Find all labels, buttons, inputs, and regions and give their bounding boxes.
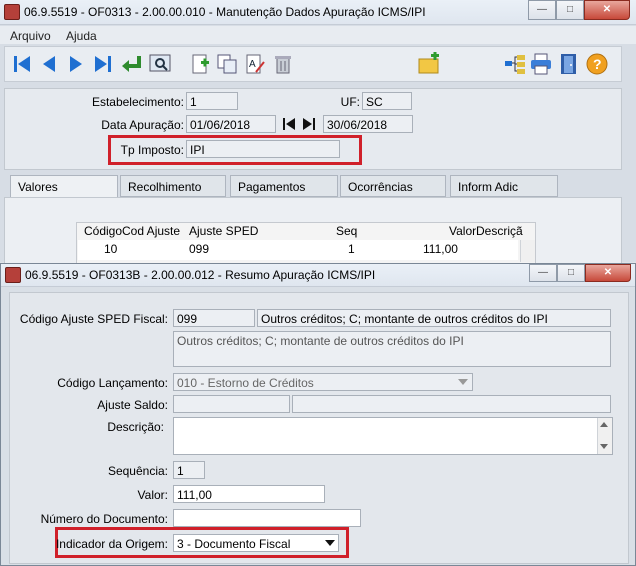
grid-cell-codigo: 10: [104, 242, 118, 260]
menu-bar: Arquivo Ajuda: [0, 26, 636, 44]
tab-valores[interactable]: Valores: [10, 175, 118, 197]
scroll-down-icon[interactable]: [600, 444, 608, 449]
codigo-ajuste-field[interactable]: 099: [173, 309, 255, 327]
ajuste-saldo-label: Ajuste Saldo:: [97, 398, 168, 412]
data-from-field[interactable]: 01/06/2018: [186, 115, 276, 133]
edit-icon[interactable]: A: [243, 52, 267, 76]
scroll-up-icon[interactable]: [600, 422, 608, 427]
window-title: 06.9.5519 - OF0313 - 2.00.00.010 - Manut…: [24, 5, 426, 19]
search-icon[interactable]: [148, 52, 172, 76]
goto-icon[interactable]: [119, 52, 143, 76]
codigo-lancamento-select[interactable]: 010 - Estorno de Créditos: [173, 373, 473, 391]
svg-text:?: ?: [593, 56, 602, 72]
close-button[interactable]: ✕: [584, 0, 630, 20]
ajuste-saldo-desc-field: [292, 395, 611, 413]
new-record-icon[interactable]: [188, 52, 212, 76]
sequencia-label: Sequência:: [107, 464, 168, 478]
indicador-origem-label: Indicador da Origem:: [55, 537, 168, 551]
codigo-ajuste-label: Código Ajuste SPED Fiscal:: [19, 312, 168, 326]
grid-cell-valor: 111,00: [423, 242, 458, 260]
codigo-lancamento-label: Código Lançamento:: [57, 376, 168, 390]
dialog-maximize-button[interactable]: □: [557, 264, 585, 282]
print-icon[interactable]: [529, 52, 553, 76]
codigo-ajuste-memo: Outros créditos; C; montante de outros c…: [173, 331, 611, 367]
copy-icon[interactable]: [215, 52, 239, 76]
dialog-app-icon: [5, 267, 21, 283]
delete-icon[interactable]: [271, 52, 295, 76]
descricao-textarea[interactable]: [173, 417, 613, 455]
uf-field[interactable]: SC: [362, 92, 412, 110]
next-record-icon[interactable]: [64, 52, 88, 76]
help-icon[interactable]: ?: [585, 52, 609, 76]
indicador-origem-select[interactable]: 3 - Documento Fiscal: [173, 534, 339, 552]
numero-documento-label: Número do Documento:: [40, 512, 168, 526]
menu-arquivo[interactable]: Arquivo: [10, 29, 51, 43]
valor-label: Valor:: [137, 488, 168, 502]
tp-imposto-label: Tp Imposto:: [120, 143, 184, 157]
grid-cell-seq: 1: [348, 242, 355, 260]
maximize-button[interactable]: □: [556, 0, 584, 20]
dialog-minimize-button[interactable]: —: [529, 264, 557, 282]
tab-pagamentos[interactable]: Pagamentos: [230, 175, 338, 197]
open-folder-icon[interactable]: [417, 52, 441, 76]
estabelecimento-field[interactable]: 1: [186, 92, 238, 110]
indicador-chevron-down-icon[interactable]: [325, 540, 335, 546]
codigo-ajuste-desc-field: Outros créditos; C; montante de outros c…: [257, 309, 611, 327]
title-bar: 06.9.5519 - OF0313 - 2.00.00.010 - Manut…: [0, 0, 636, 25]
tab-recolhimento[interactable]: Recolhimento: [120, 175, 226, 197]
chevron-down-icon: [458, 379, 468, 385]
grid-header-descricao[interactable]: Descriçã: [476, 224, 523, 240]
grid-header-ajuste-sped[interactable]: Ajuste SPED: [189, 224, 258, 240]
data-to-field[interactable]: 30/06/2018: [323, 115, 413, 133]
dialog-title-bar: 06.9.5519 - OF0313B - 2.00.00.012 - Resu…: [1, 264, 635, 287]
data-apuracao-label: Data Apuração:: [101, 118, 184, 132]
ajuste-saldo-field[interactable]: [173, 395, 290, 413]
menu-ajuda[interactable]: Ajuda: [66, 29, 97, 43]
main-window: 06.9.5519 - OF0313 - 2.00.00.010 - Manut…: [0, 0, 636, 265]
grid-scrollbar[interactable]: [520, 240, 535, 262]
tab-ocorrencias[interactable]: Ocorrências: [340, 175, 446, 197]
grid-header-seq[interactable]: Seq: [336, 224, 357, 240]
numero-documento-field[interactable]: [173, 509, 361, 527]
grid-cell-ajuste-sped: 099: [189, 242, 210, 260]
tp-imposto-field[interactable]: IPI: [186, 140, 340, 158]
valor-field[interactable]: 111,00: [173, 485, 325, 503]
grid-header-cod-ajuste[interactable]: Cod Ajuste: [122, 224, 180, 240]
exit-door-icon[interactable]: [557, 52, 581, 76]
sequencia-field[interactable]: 1: [173, 461, 205, 479]
last-date-icon[interactable]: [300, 116, 318, 132]
descricao-label: Descrição:: [107, 420, 164, 434]
dialog-close-button[interactable]: ✕: [585, 264, 631, 282]
app-icon: [4, 4, 20, 20]
last-record-icon[interactable]: [91, 52, 115, 76]
dialog-title: 06.9.5519 - OF0313B - 2.00.00.012 - Resu…: [25, 268, 376, 282]
minimize-button[interactable]: —: [528, 0, 556, 20]
grid-header-valor[interactable]: Valor: [449, 224, 476, 240]
estabelecimento-label: Estabelecimento:: [91, 95, 184, 109]
previous-record-icon[interactable]: [37, 52, 61, 76]
descricao-scrollbar[interactable]: [597, 418, 612, 454]
grid-header-codigo[interactable]: Código: [84, 224, 122, 240]
toolbar: A ?: [4, 46, 622, 82]
first-date-icon[interactable]: [280, 116, 298, 132]
first-record-icon[interactable]: [10, 52, 34, 76]
svg-text:A: A: [249, 59, 256, 70]
tree-icon[interactable]: [503, 52, 527, 76]
tab-inform-adic[interactable]: Inform Adic: [450, 175, 558, 197]
dialog-window: 06.9.5519 - OF0313B - 2.00.00.012 - Resu…: [0, 263, 636, 566]
uf-label: UF:: [340, 95, 360, 109]
